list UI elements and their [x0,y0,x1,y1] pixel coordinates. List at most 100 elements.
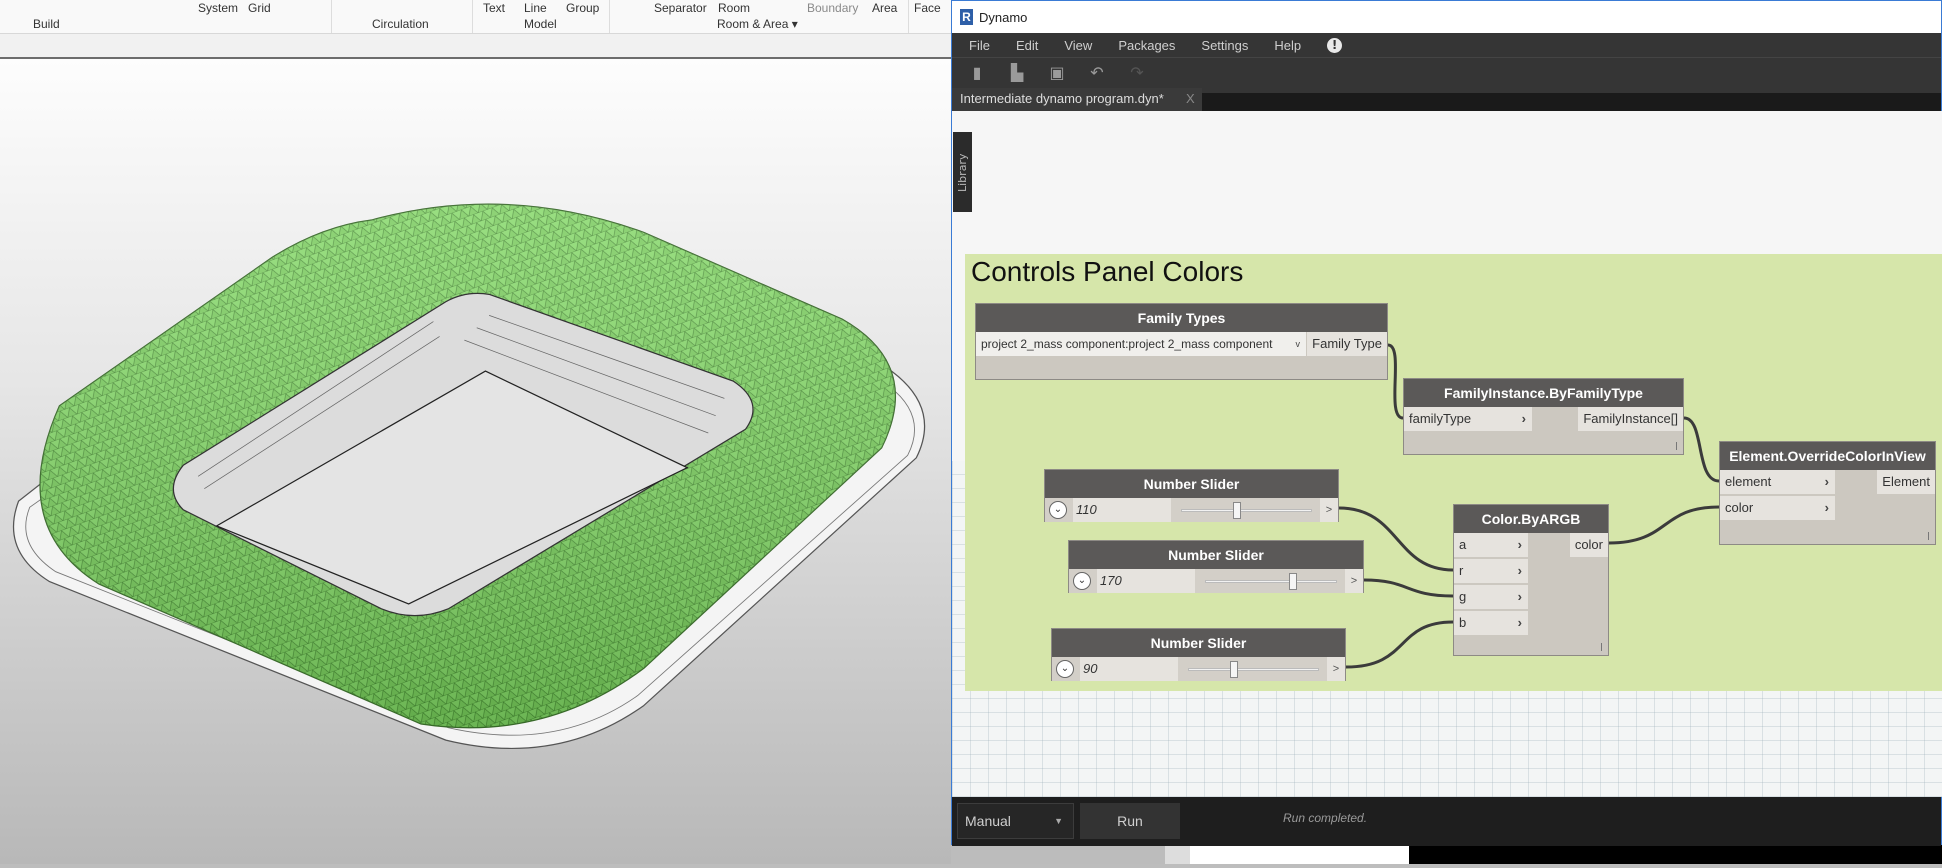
node-element-overridecolorinview[interactable]: Element.OverrideColorInView element › col… [1719,441,1936,545]
slider-track[interactable] [1181,509,1312,512]
output-port[interactable]: > [1320,498,1338,522]
node-resize-handle[interactable] [1676,442,1677,450]
tab-label: Intermediate dynamo program.dyn* [960,91,1164,106]
port-label: b [1459,615,1467,630]
window-title: Dynamo [979,9,1028,25]
slider-thumb[interactable] [1229,661,1238,678]
ribbon-options-bar [0,33,951,57]
node-title: Number Slider [1045,470,1338,498]
port-label: g [1459,589,1467,604]
library-toggle[interactable]: Library [953,132,972,212]
family-type-dropdown[interactable]: project 2_mass component:project 2_mass … [976,332,1306,356]
node-title: Family Types [976,304,1387,332]
ribbon-system-button[interactable]: System [198,1,238,15]
expand-chevron-icon[interactable]: ⌄ [1056,660,1074,678]
ribbon-divider [331,0,332,33]
menu-file[interactable]: File [969,38,990,53]
chevron-right-icon: › [1521,411,1526,426]
expand-chevron-icon[interactable]: ⌄ [1073,572,1091,590]
node-number-slider-3[interactable]: Number Slider ⌄ 90 > [1051,628,1346,681]
background-strip [951,845,1942,864]
ribbon-boundary-button[interactable]: Boundary [807,1,858,15]
input-port-r[interactable]: r › [1454,559,1528,583]
chevron-right-icon: › [1824,500,1829,515]
chevron-down-icon: v [1295,339,1301,349]
menu-settings[interactable]: Settings [1201,38,1248,53]
slider-value[interactable]: 170 [1097,569,1195,593]
ribbon-group-button[interactable]: Group [566,1,599,15]
expand-chevron-icon[interactable]: ⌄ [1049,501,1067,519]
output-port-familyinstance[interactable]: FamilyInstance[] [1578,407,1683,431]
notification-icon[interactable]: ! [1327,37,1343,53]
node-color-byargb[interactable]: Color.ByARGB a › r › g › b › color [1453,504,1609,656]
port-label: familyType [1409,411,1472,426]
input-port-g[interactable]: g › [1454,585,1528,609]
output-port-family-type[interactable]: Family Type [1307,332,1387,356]
redo-icon[interactable]: ↷ [1128,64,1146,82]
slider-value[interactable]: 110 [1073,498,1171,522]
node-resize-handle[interactable] [1928,532,1929,540]
panel-model-label: Model [524,17,557,31]
slider-track[interactable] [1188,668,1319,671]
tab-close-icon[interactable]: X [1186,91,1195,106]
run-button[interactable]: Run [1080,803,1180,839]
family-type-value: project 2_mass component:project 2_mass … [981,337,1273,351]
slider-track[interactable] [1205,580,1337,583]
ribbon-divider [908,0,909,33]
panel-circulation-label: Circulation [372,17,429,31]
new-file-icon[interactable]: ▮ [968,64,986,82]
revit-3d-viewport[interactable] [0,59,951,864]
save-icon[interactable]: ▣ [1048,64,1066,82]
run-status: Run completed. [1283,811,1368,825]
port-label: a [1459,537,1467,552]
run-mode-dropdown[interactable]: Manual ▼ [957,803,1074,839]
input-port-element[interactable]: element › [1720,470,1835,494]
panel-build-label: Build [33,17,60,31]
chevron-right-icon: › [1517,589,1522,604]
library-label: Library [956,153,969,192]
ribbon-text-button[interactable]: Text [483,1,505,15]
node-family-types[interactable]: Family Types project 2_mass component:pr… [975,303,1388,380]
group-title[interactable]: Controls Panel Colors [971,256,1243,288]
menu-packages[interactable]: Packages [1118,38,1175,53]
open-file-icon[interactable]: ▙ [1008,64,1026,82]
output-port[interactable]: > [1345,569,1363,593]
chevron-right-icon: › [1824,474,1829,489]
node-title: Color.ByARGB [1454,505,1608,533]
node-familyinstance-byfamilytype[interactable]: FamilyInstance.ByFamilyType familyType › … [1403,378,1684,455]
input-port-color[interactable]: color › [1720,496,1835,520]
ribbon-area-button[interactable]: Area [872,1,897,15]
revit-ribbon: System Grid Text Line Group Separator Ro… [0,0,951,59]
slider-thumb[interactable] [1289,573,1298,590]
slider-value[interactable]: 90 [1080,657,1178,681]
port-label: color [1725,500,1754,515]
output-port-color[interactable]: color [1569,533,1608,557]
slider-row: ⌄ 110 > [1045,498,1338,522]
output-port-element[interactable]: Element [1877,470,1935,494]
input-port-a[interactable]: a › [1454,533,1528,557]
menu-edit[interactable]: Edit [1016,38,1038,53]
output-port[interactable]: > [1327,657,1345,681]
ribbon-separator-button[interactable]: Separator [654,1,707,15]
chevron-right-icon: › [1517,615,1522,630]
title-bar: R Dynamo [952,1,1941,33]
ribbon-divider [609,0,610,33]
tab-strip [1202,93,1941,111]
tab-workspace[interactable]: Intermediate dynamo program.dyn* X [952,88,1202,111]
panel-room-area-dropdown[interactable]: Room & Area ▾ [717,17,798,31]
node-title: Number Slider [1052,629,1345,657]
ribbon-face-button[interactable]: Face [914,1,941,15]
node-number-slider-2[interactable]: Number Slider ⌄ 170 > [1068,540,1364,593]
ribbon-room-button[interactable]: Room [718,1,750,15]
input-port-b[interactable]: b › [1454,611,1528,635]
menu-help[interactable]: Help [1274,38,1301,53]
node-number-slider-1[interactable]: Number Slider ⌄ 110 > [1044,469,1339,522]
input-port-familytype[interactable]: familyType › [1404,407,1532,431]
ribbon-line-button[interactable]: Line [524,1,547,15]
node-resize-handle[interactable] [1601,643,1602,651]
undo-icon[interactable]: ↶ [1088,64,1106,82]
ribbon-grid-button[interactable]: Grid [248,1,271,15]
tab-bar: Intermediate dynamo program.dyn* X [952,88,1941,111]
slider-thumb[interactable] [1233,502,1242,519]
menu-view[interactable]: View [1064,38,1092,53]
